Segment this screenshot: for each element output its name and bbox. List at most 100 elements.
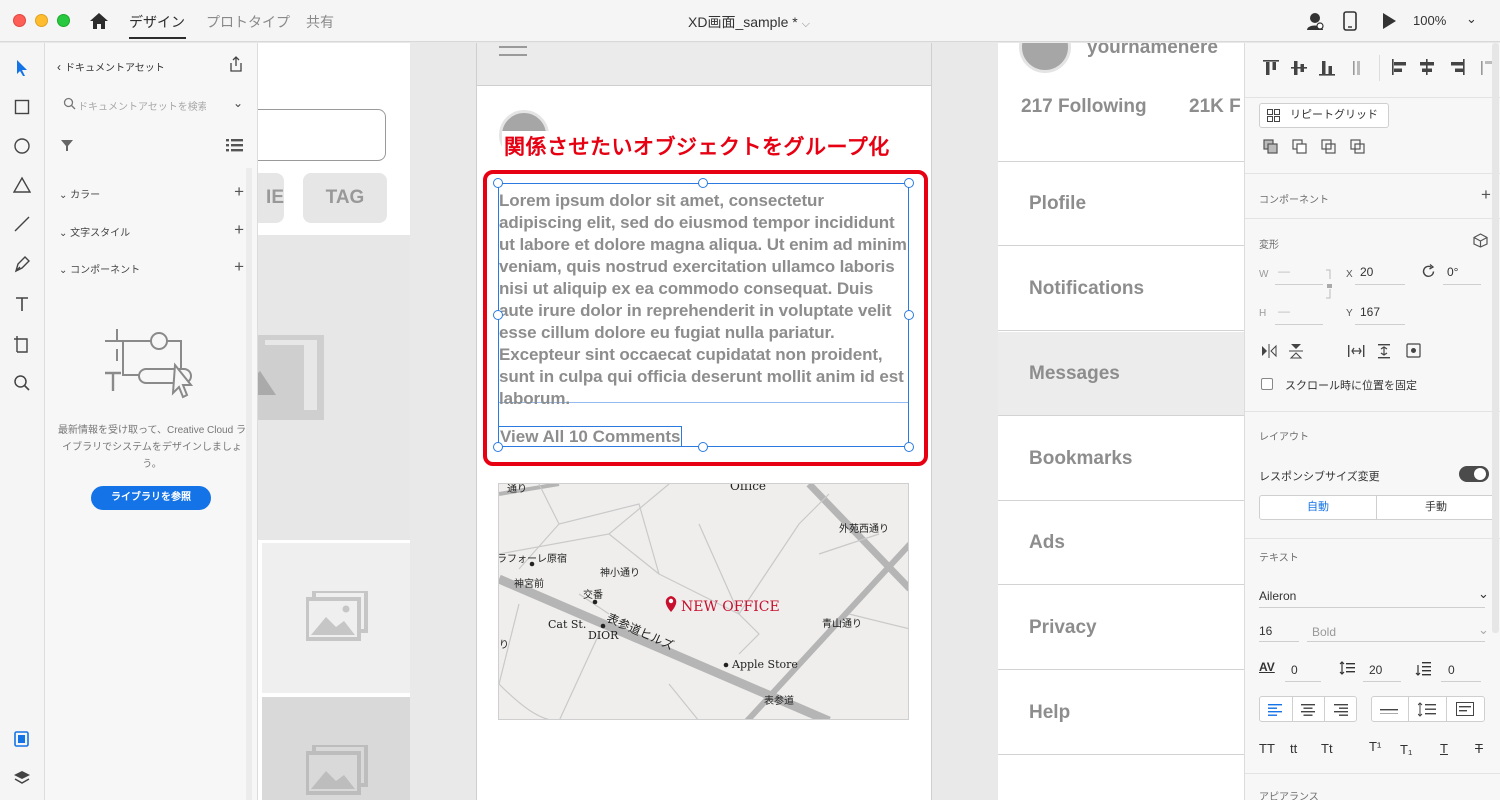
browse-library-button[interactable]: ライブラリを参照 — [91, 486, 211, 510]
line-tool[interactable] — [11, 213, 33, 235]
resize-handle[interactable] — [904, 310, 914, 320]
resize-auto-button[interactable]: 自動 — [1260, 496, 1377, 519]
uppercase-button[interactable]: TT — [1259, 741, 1275, 756]
assets-panel-toggle[interactable] — [11, 728, 33, 750]
tab-share[interactable]: 共有 — [306, 12, 334, 32]
font-family-chevron-icon[interactable]: ⌄ — [1478, 586, 1489, 602]
height-field[interactable]: — — [1278, 304, 1290, 318]
select-tool[interactable] — [11, 57, 33, 79]
document-title[interactable]: XD画面_sample * ⌵ — [688, 12, 810, 32]
responsive-resize-toggle[interactable] — [1459, 466, 1489, 482]
underline-button[interactable]: T — [1440, 741, 1448, 756]
x-field[interactable]: 20 — [1360, 265, 1373, 279]
zoom-level[interactable]: 100% — [1413, 13, 1446, 28]
width-field[interactable]: — — [1278, 264, 1290, 278]
list-view-icon[interactable] — [226, 138, 243, 152]
boolean-ops-icons[interactable] — [1263, 139, 1373, 157]
3d-transform-icon[interactable] — [1473, 233, 1488, 248]
pen-tool[interactable] — [11, 253, 33, 275]
share-icon[interactable] — [228, 56, 244, 72]
menu-item-messages[interactable]: Messages — [998, 332, 1244, 416]
subscript-button[interactable]: T₁ — [1400, 742, 1412, 757]
view-comments-link[interactable]: View All 10 Comments — [498, 426, 683, 447]
hamburger-menu-icon[interactable] — [499, 43, 527, 57]
search-scope-chevron-icon[interactable]: ⌄ — [233, 96, 243, 110]
resize-handle[interactable] — [698, 442, 708, 452]
artboard-center[interactable]: 関係させたいオブジェクトをグループ化 Lorem ipsum dolor sit… — [476, 43, 932, 800]
artboard-left[interactable]: IE TAG — [258, 43, 410, 800]
canvas[interactable]: IE TAG 関係させたいオブジェクトをグループ化 Lorem ipsum do… — [258, 43, 1244, 800]
menu-item-privacy[interactable]: Privacy — [998, 586, 1244, 670]
map-image[interactable]: Office 外苑西通り ラフォーレ原宿 神小通り 神宮前 交番 表参道ヒルズ … — [498, 483, 909, 720]
text-styles-section[interactable]: ⌄ 文字スタイル + — [59, 220, 244, 239]
followers-count[interactable]: 21K F — [1189, 96, 1241, 118]
y-field[interactable]: 167 — [1360, 305, 1380, 319]
tag-button[interactable]: TAG — [303, 173, 387, 223]
font-weight-chevron-icon[interactable]: ⌄ — [1478, 622, 1489, 638]
add-text-style-button[interactable]: + — [234, 220, 244, 240]
following-count[interactable]: 217 Following — [1021, 96, 1147, 118]
assets-scrollbar[interactable] — [246, 168, 252, 800]
paragraph-spacing-field[interactable]: 0 — [1448, 663, 1455, 677]
search-box[interactable] — [258, 109, 386, 161]
resize-handle[interactable] — [904, 442, 914, 452]
image-placeholder[interactable] — [262, 697, 410, 800]
assets-header[interactable]: ‹ ドキュメントアセット — [57, 59, 165, 74]
font-weight-select[interactable]: Bold — [1312, 625, 1336, 639]
resize-handle[interactable] — [698, 178, 708, 188]
line-spacing-field[interactable]: 20 — [1369, 663, 1382, 677]
user-account-icon[interactable] — [1305, 11, 1325, 31]
align-vertical-icons[interactable] — [1263, 59, 1363, 77]
flip-distribute-icons[interactable] — [1261, 343, 1421, 359]
rectangle-tool[interactable] — [11, 96, 33, 118]
category-button[interactable]: IE — [258, 173, 284, 223]
artboard-right[interactable]: yournamehere 217 Following 21K F Plofile… — [998, 43, 1244, 800]
components-section[interactable]: ⌄ コンポーネント + — [59, 257, 244, 276]
fix-scroll-checkbox[interactable] — [1261, 378, 1273, 390]
polygon-tool[interactable] — [11, 174, 33, 196]
zoom-tool[interactable] — [11, 372, 33, 394]
maximize-window-button[interactable] — [57, 14, 70, 27]
add-component-button[interactable]: + — [234, 257, 244, 277]
align-horizontal-icons[interactable] — [1391, 59, 1495, 77]
inspector-scrollbar[interactable] — [1492, 43, 1499, 633]
align-right-icon[interactable] — [1334, 704, 1348, 716]
strikethrough-button[interactable]: T — [1475, 741, 1483, 756]
lowercase-button[interactable]: tt — [1290, 741, 1297, 756]
image-placeholder[interactable] — [258, 235, 410, 540]
font-family-select[interactable]: Aileron — [1259, 589, 1296, 603]
ellipse-tool[interactable] — [11, 135, 33, 157]
rotation-field[interactable]: 0° — [1447, 265, 1458, 279]
tab-prototype[interactable]: プロトタイプ — [206, 12, 290, 32]
repeat-grid-button[interactable]: リピートグリッド — [1259, 103, 1389, 128]
font-size-field[interactable]: 16 — [1259, 624, 1272, 638]
layers-panel-toggle[interactable] — [11, 767, 33, 789]
zoom-chevron-icon[interactable]: ⌄ — [1466, 11, 1477, 27]
align-center-icon[interactable] — [1301, 704, 1315, 716]
align-left-icon[interactable] — [1268, 704, 1282, 716]
resize-handle[interactable] — [904, 178, 914, 188]
titlecase-button[interactable]: Tt — [1321, 741, 1333, 756]
lock-aspect-icon[interactable] — [1325, 269, 1333, 299]
home-icon[interactable] — [89, 11, 109, 31]
add-component-button[interactable]: + — [1481, 185, 1491, 205]
device-preview-icon[interactable] — [1343, 11, 1357, 31]
text-tool[interactable] — [11, 293, 33, 315]
superscript-button[interactable]: T¹ — [1369, 739, 1381, 754]
minimize-window-button[interactable] — [35, 14, 48, 27]
assets-search-input[interactable]: ドキュメントアセットを検索 — [78, 98, 206, 113]
add-color-button[interactable]: + — [234, 182, 244, 202]
menu-item-help[interactable]: Help — [998, 671, 1244, 755]
char-spacing-field[interactable]: 0 — [1291, 663, 1298, 677]
auto-width-icon[interactable] — [1380, 704, 1398, 716]
close-window-button[interactable] — [13, 14, 26, 27]
post-body-text[interactable]: Lorem ipsum dolor sit amet, consectetur … — [499, 190, 911, 410]
colors-section[interactable]: ⌄ カラー + — [59, 182, 244, 201]
resize-handle[interactable] — [493, 178, 503, 188]
resize-handle[interactable] — [493, 442, 503, 452]
menu-item-profile[interactable]: Plofile — [998, 162, 1244, 246]
play-icon[interactable] — [1381, 11, 1397, 31]
fixed-size-icon[interactable] — [1456, 702, 1474, 717]
tab-design[interactable]: デザイン — [129, 12, 185, 32]
menu-item-bookmarks[interactable]: Bookmarks — [998, 417, 1244, 501]
